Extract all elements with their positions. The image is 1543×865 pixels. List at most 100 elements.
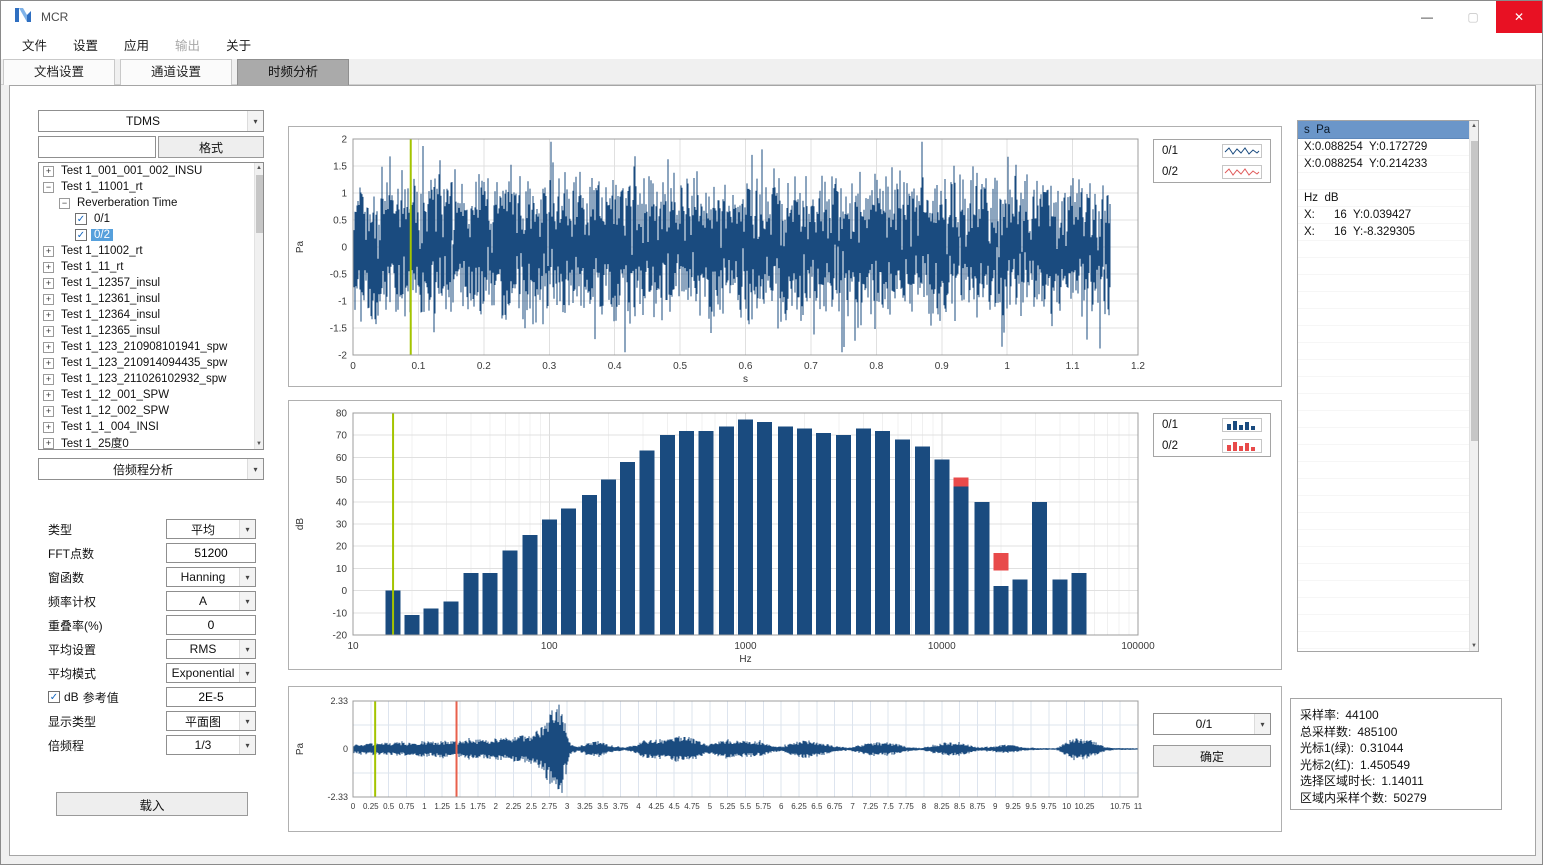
- tab-channel-settings[interactable]: 通道设置: [120, 59, 232, 85]
- db-checkbox[interactable]: ✓: [48, 691, 60, 703]
- maximize-button[interactable]: ▢: [1450, 1, 1496, 33]
- tree-item[interactable]: + Test 1_11_rt: [39, 259, 263, 275]
- tree-item-label[interactable]: 0/1: [91, 213, 113, 225]
- expand-icon[interactable]: +: [43, 262, 54, 273]
- expand-icon[interactable]: +: [43, 438, 54, 449]
- tree-scrollbar[interactable]: ▲ ▼: [254, 163, 263, 449]
- channel-checkbox[interactable]: ✓: [75, 213, 87, 225]
- readings-empty-row: [1298, 326, 1470, 343]
- tree-item-label[interactable]: Test 1_12_002_SPW: [58, 405, 172, 417]
- analysis-type-select[interactable]: 倍频程分析 ▾: [38, 458, 264, 480]
- file-format-select[interactable]: TDMS ▾: [38, 110, 264, 132]
- scroll-up-icon[interactable]: ▲: [255, 163, 263, 173]
- svg-text:7.25: 7.25: [863, 802, 879, 811]
- readings-scroll-thumb[interactable]: [1471, 141, 1478, 441]
- app-window: MCR — ▢ ✕ 文件 设置 应用 输出 关于 文档设置 通道设置 时频分析 …: [0, 0, 1543, 865]
- form-select-type[interactable]: 平均▾: [166, 519, 256, 539]
- tree-item-label[interactable]: Test 1_11002_rt: [58, 245, 146, 257]
- expand-icon[interactable]: +: [43, 342, 54, 353]
- expand-icon[interactable]: +: [43, 390, 54, 401]
- tree-item-label[interactable]: Test 1_12365_insul: [58, 325, 163, 337]
- info-value: 44100: [1345, 708, 1378, 722]
- form-input-reference_value[interactable]: [166, 687, 256, 707]
- tree-item[interactable]: ✓ 0/2: [39, 227, 263, 243]
- form-select-average_setting[interactable]: RMS▾: [166, 639, 256, 659]
- tree-item[interactable]: + Test 1_001_001_002_INSU: [39, 163, 263, 179]
- form-label-octave: 倍频程: [48, 734, 84, 756]
- form-input-fft_points[interactable]: [166, 543, 256, 563]
- form-select-frequency_weighting[interactable]: A▾: [166, 591, 256, 611]
- tree-item-label[interactable]: Test 1_12357_insul: [58, 277, 163, 289]
- expand-icon[interactable]: +: [43, 358, 54, 369]
- tree-item[interactable]: + Test 1_25度0: [39, 435, 263, 450]
- tree-item-label[interactable]: Test 1_1_004_INSI: [58, 421, 162, 433]
- tree-item[interactable]: + Test 1_123_210914094435_spw: [39, 355, 263, 371]
- tree-scroll-thumb[interactable]: [256, 175, 263, 233]
- expand-icon[interactable]: +: [43, 374, 54, 385]
- tree-item[interactable]: + Test 1_11002_rt: [39, 243, 263, 259]
- svg-text:-1.5: -1.5: [330, 324, 348, 335]
- overview-waveform-chart[interactable]: 00.250.50.7511.251.51.7522.252.52.7533.2…: [289, 687, 1281, 831]
- tree-item-label[interactable]: Test 1_001_001_002_INSU: [58, 165, 205, 177]
- format-button[interactable]: 格式: [158, 136, 264, 158]
- form-select-display_type[interactable]: 平面图▾: [166, 711, 256, 731]
- tree-item-label[interactable]: Test 1_12_001_SPW: [58, 389, 172, 401]
- tree-item-label[interactable]: Test 1_25度0: [58, 435, 132, 450]
- collapse-icon[interactable]: −: [59, 198, 70, 209]
- tree-item[interactable]: + Test 1_12357_insul: [39, 275, 263, 291]
- tree-item[interactable]: + Test 1_12361_insul: [39, 291, 263, 307]
- form-input-overlap_percent[interactable]: [166, 615, 256, 635]
- tree-item[interactable]: + Test 1_123_210908101941_spw: [39, 339, 263, 355]
- expand-icon[interactable]: +: [43, 310, 54, 321]
- collapse-icon[interactable]: −: [43, 182, 54, 193]
- form-select-window_function[interactable]: Hanning▾: [166, 567, 256, 587]
- form-select-octave[interactable]: 1/3▾: [166, 735, 256, 755]
- expand-icon[interactable]: +: [43, 326, 54, 337]
- octave-spectrum-chart[interactable]: 1010010001000010000080706050403020100-10…: [289, 401, 1281, 669]
- tab-document-settings[interactable]: 文档设置: [3, 59, 115, 85]
- tree-item-label[interactable]: Test 1_123_210914094435_spw: [58, 357, 230, 369]
- form-select-average_mode[interactable]: Exponential▾: [166, 663, 256, 683]
- expand-icon[interactable]: +: [43, 166, 54, 177]
- tree-item[interactable]: −Reverberation Time: [39, 195, 263, 211]
- time-waveform-chart[interactable]: 00.10.20.30.40.50.60.70.80.911.11.221.51…: [289, 127, 1281, 386]
- tree-item-label[interactable]: Test 1_123_211026102932_spw: [58, 373, 229, 385]
- tree-item[interactable]: + Test 1_12_001_SPW: [39, 387, 263, 403]
- tree-item[interactable]: + Test 1_12364_insul: [39, 307, 263, 323]
- expand-icon[interactable]: +: [43, 246, 54, 257]
- menu-file[interactable]: 文件: [9, 33, 60, 59]
- menu-apply[interactable]: 应用: [111, 33, 162, 59]
- expand-icon[interactable]: +: [43, 278, 54, 289]
- load-button[interactable]: 载入: [56, 792, 248, 816]
- tree-item-label[interactable]: Test 1_12361_insul: [58, 293, 163, 305]
- menu-about[interactable]: 关于: [213, 33, 264, 59]
- overview-channel-select[interactable]: 0/1 ▾: [1153, 713, 1271, 735]
- readings-scrollbar[interactable]: ▲ ▼: [1469, 121, 1478, 651]
- expand-icon[interactable]: +: [43, 422, 54, 433]
- confirm-button[interactable]: 确定: [1153, 745, 1271, 767]
- tree-item-label[interactable]: Test 1_11_rt: [58, 261, 126, 273]
- scroll-down-icon[interactable]: ▼: [1470, 641, 1478, 651]
- tree-item-label[interactable]: Reverberation Time: [74, 197, 180, 209]
- expand-icon[interactable]: +: [43, 406, 54, 417]
- tree-item[interactable]: + Test 1_12365_insul: [39, 323, 263, 339]
- filter-input[interactable]: [38, 136, 156, 158]
- tree-item-label[interactable]: Test 1_11001_rt: [58, 181, 146, 193]
- scroll-up-icon[interactable]: ▲: [1470, 121, 1478, 131]
- tab-time-frequency-analysis[interactable]: 时频分析: [237, 59, 349, 85]
- close-button[interactable]: ✕: [1496, 1, 1542, 33]
- tree-item[interactable]: + Test 1_1_004_INSI: [39, 419, 263, 435]
- tree-item[interactable]: + Test 1_123_211026102932_spw: [39, 371, 263, 387]
- tree-item-label[interactable]: Test 1_123_210908101941_spw: [58, 341, 230, 353]
- tree-item[interactable]: ✓ 0/1: [39, 211, 263, 227]
- minimize-button[interactable]: —: [1404, 1, 1450, 33]
- file-tree[interactable]: +Test 1_001_001_002_INSU−Test 1_11001_rt…: [38, 162, 264, 450]
- tree-item[interactable]: −Test 1_11001_rt: [39, 179, 263, 195]
- menu-settings[interactable]: 设置: [60, 33, 111, 59]
- tree-item-label[interactable]: 0/2: [91, 229, 113, 241]
- tree-item[interactable]: + Test 1_12_002_SPW: [39, 403, 263, 419]
- scroll-down-icon[interactable]: ▼: [255, 439, 263, 449]
- channel-checkbox[interactable]: ✓: [75, 229, 87, 241]
- expand-icon[interactable]: +: [43, 294, 54, 305]
- tree-item-label[interactable]: Test 1_12364_insul: [58, 309, 163, 321]
